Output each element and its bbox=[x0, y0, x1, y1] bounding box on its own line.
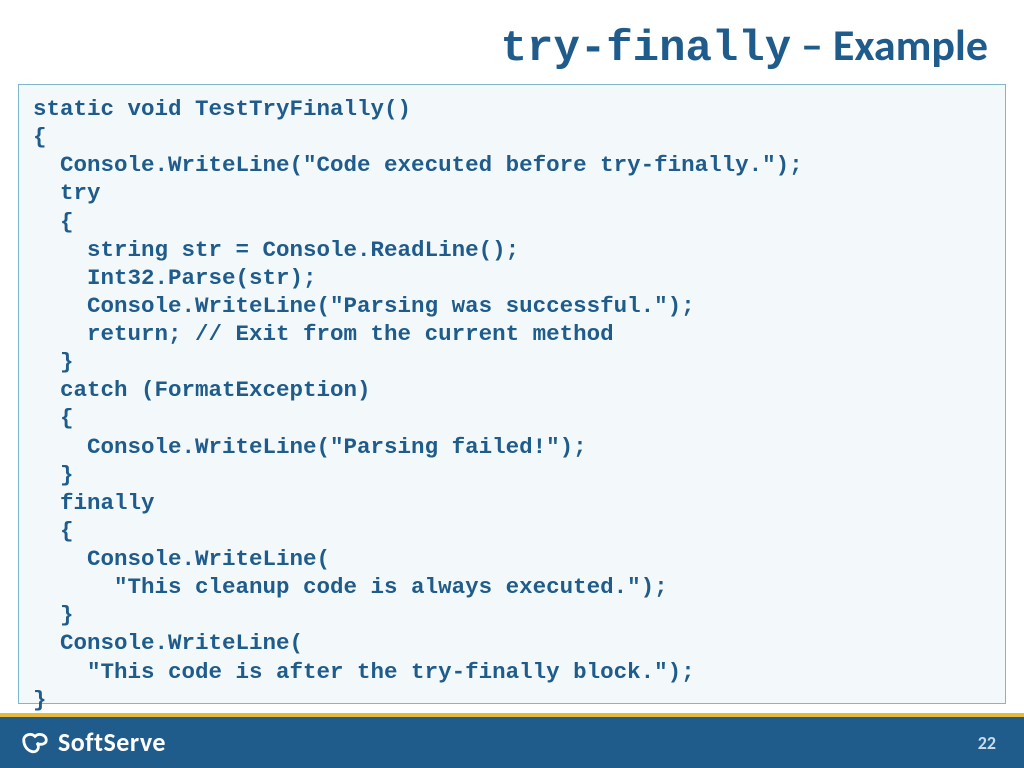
title-rest: Example bbox=[833, 18, 988, 72]
slide-footer: SoftServe 22 bbox=[0, 714, 1024, 768]
brand-text: SoftServe bbox=[58, 726, 166, 758]
title-mono: try-finally bbox=[501, 24, 791, 74]
brand-logo-icon bbox=[20, 727, 50, 757]
code-content: static void TestTryFinally() { Console.W… bbox=[33, 95, 991, 714]
footer-bar: SoftServe 22 bbox=[0, 717, 1024, 768]
slide: try-finally – Example static void TestTr… bbox=[0, 0, 1024, 768]
title-dash: – bbox=[791, 18, 833, 72]
code-block: static void TestTryFinally() { Console.W… bbox=[18, 84, 1006, 704]
slide-title: try-finally – Example bbox=[0, 0, 1024, 84]
brand: SoftServe bbox=[20, 726, 166, 758]
page-number: 22 bbox=[978, 732, 996, 754]
